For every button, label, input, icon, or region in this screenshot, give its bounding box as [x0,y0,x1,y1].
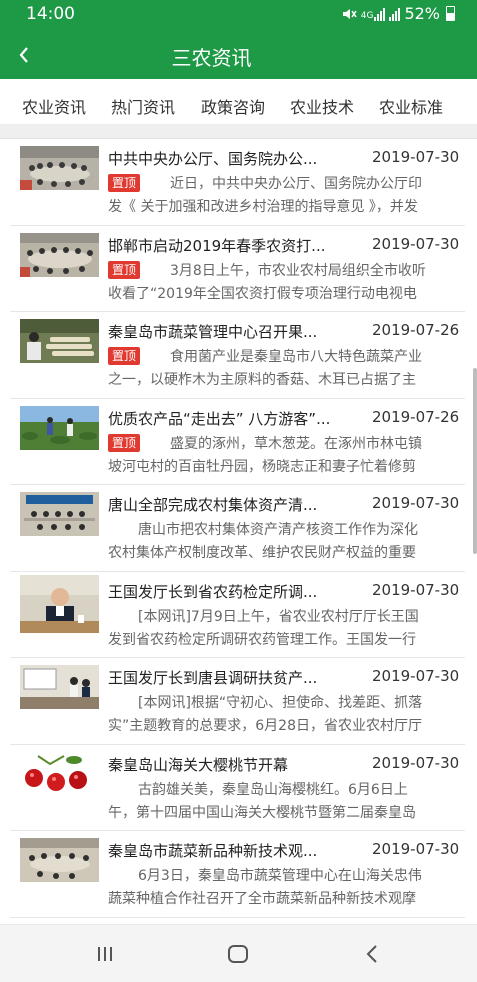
news-item[interactable]: 优质农产品“走出去” 八方游客”... 2019-07-26 置顶 盛夏的涿州，草… [10,399,465,485]
tab-policy[interactable]: 政策咨询 [201,94,265,118]
news-summary-line1: [本网讯]7月9日上午，省农业农村厅厅长王国 [138,608,419,625]
pinned-badge: 置顶 [108,260,141,279]
pinned-badge: 置顶 [108,174,141,192]
news-title: 王国发厅长到省农药检定所调... [108,582,318,601]
recent-apps-button[interactable] [85,939,125,969]
category-tabs: 农业资讯 热门资讯 政策咨询 农业技术 农业标准 [0,79,477,125]
pinned-badge: 置顶 [108,347,141,365]
scrollbar[interactable] [473,368,477,554]
news-thumbnail [20,405,99,450]
news-summary-line2: 蔬菜种植合作社召开了全市蔬菜新品种新技术观摩 [108,891,416,907]
news-title: 邯郸市启动2019年春季农资打... [108,236,326,255]
status-time: 14:00 [26,4,75,24]
news-title: 中共中央办公厅、国务院办公... [108,150,318,168]
news-item[interactable]: 秦皇岛山海关大樱桃节开幕 2019-07-30 古韵雄关美，秦皇岛山海樱桃红。6… [10,745,465,831]
signal-icon [389,7,401,21]
status-icons: 4G 52% [341,4,455,23]
back-icon [366,945,377,963]
news-thumbnail [20,146,99,190]
news-date: 2019-07-26 [372,407,460,426]
news-summary-line2: 实”主题教育的总要求，6月28日，省农业农村厅厅 [108,718,422,734]
pinned-badge: 置顶 [108,433,141,452]
news-summary-line2: 发到省农药检定所调研农药管理工作。王国发一行 [108,631,416,648]
news-summary-line1: 近日，中共中央办公厅、国务院办公厅印 [170,176,423,192]
tab-agri-standards[interactable]: 农业标准 [379,94,443,118]
news-date: 2019-07-30 [372,840,460,858]
news-item[interactable]: 王国发厅长到唐县调研扶贫产... 2019-07-30 [本网讯]根据“守初心、… [10,658,465,745]
news-thumbnail [20,232,99,277]
news-date: 2019-07-30 [372,148,460,166]
news-thumbnail [20,319,99,363]
news-summary-line2: 之一，以硬柞木为主原料的香菇、木耳已占据了主 [108,372,416,388]
news-date: 2019-07-30 [372,234,460,253]
news-summary-line1: 6月3日，秦皇岛市蔬菜管理中心在山海关忠伟 [138,868,422,884]
home-icon [228,945,248,963]
tab-hot-news[interactable]: 热门资讯 [111,94,175,118]
news-thumbnail [20,492,99,536]
tab-agri-news[interactable]: 农业资讯 [22,94,86,118]
news-summary-line1: 3月8日上午，市农业农村局组织全市收听 [170,262,426,279]
system-back-button[interactable] [352,939,392,969]
news-title: 优质农产品“走出去” 八方游客”... [108,409,331,428]
news-list: 中共中央办公厅、国务院办公... 2019-07-30 置顶 近日，中共中央办公厅… [0,139,477,918]
app-header: 14:00 4G 52% 三农资讯 [0,0,477,79]
news-date: 2019-07-30 [372,580,460,599]
news-item[interactable]: 秦皇岛市蔬菜新品种新技术观... 2019-07-30 6月3日，秦皇岛市蔬菜管… [10,831,465,918]
page-title: 三农资讯 [171,46,252,70]
home-button[interactable] [218,939,258,969]
news-thumbnail [20,751,99,796]
battery-icon [446,6,455,21]
section-divider [0,125,477,139]
news-title: 秦皇岛市蔬菜新品种新技术观... [108,842,318,860]
news-summary-line1: 古韵雄关美，秦皇岛山海樱桃红。6月6日上 [138,781,408,798]
tab-agri-tech[interactable]: 农业技术 [290,94,354,118]
news-summary-line1: 盛夏的涿州，草木葱茏。在涿州市林屯镇 [170,435,423,452]
news-summary-line1: [本网讯]根据“守初心、担使命、找差距、抓落 [138,695,423,711]
news-title: 秦皇岛市蔬菜管理中心召开果... [108,323,318,341]
news-summary-line2: 午，第十四届中国山海关大樱桃节暨第二届秦皇岛 [108,804,416,821]
news-summary-line2: 坡河屯村的百亩牡丹园，杨晓志正和妻子忙着修剪 [108,458,416,475]
status-bar: 14:00 4G 52% [0,0,477,30]
news-item[interactable]: 王国发厅长到省农药检定所调... 2019-07-30 [本网讯]7月9日上午，… [10,572,465,658]
news-summary-line1: 唐山市把农村集体资产清产核资工作作为深化 [138,522,418,538]
news-summary-line2: 发《 关于加强和改进乡村治理的指导意见 》，并发 [108,199,418,215]
news-item[interactable]: 秦皇岛市蔬菜管理中心召开果... 2019-07-26 置顶 食用菌产业是秦皇岛市… [10,312,465,399]
system-nav-bar [0,924,477,982]
news-date: 2019-07-30 [372,667,460,685]
mute-icon [342,8,357,19]
news-thumbnail [20,665,99,709]
battery-percent: 52% [404,4,440,23]
news-date: 2019-07-30 [372,753,460,772]
signal-4g-icon: 4G [361,7,386,21]
news-date: 2019-07-26 [372,321,460,339]
news-item[interactable]: 唐山全部完成农村集体资产清... 2019-07-30 唐山市把农村集体资产清产… [10,485,465,572]
news-title: 秦皇岛山海关大樱桃节开幕 [108,755,289,774]
news-item[interactable]: 中共中央办公厅、国务院办公... 2019-07-30 置顶 近日，中共中央办公厅… [10,139,465,226]
news-thumbnail [20,838,99,882]
recent-apps-icon [98,947,112,961]
news-summary-line1: 食用菌产业是秦皇岛市八大特色蔬菜产业 [170,349,423,365]
news-thumbnail [20,574,99,633]
news-date: 2019-07-30 [372,494,460,512]
news-summary-line2: 农村集体产权制度改革、维护农民财产权益的重要 [108,545,416,561]
news-title: 唐山全部完成农村集体资产清... [108,496,318,514]
news-summary-line2: 收看了“2019年全国农资打假专项治理行动电视电 [108,285,417,302]
news-item[interactable]: 邯郸市启动2019年春季农资打... 2019-07-30 置顶 3月8日上午，市… [10,226,465,312]
news-title: 王国发厅长到唐县调研扶贫产... [108,669,318,687]
